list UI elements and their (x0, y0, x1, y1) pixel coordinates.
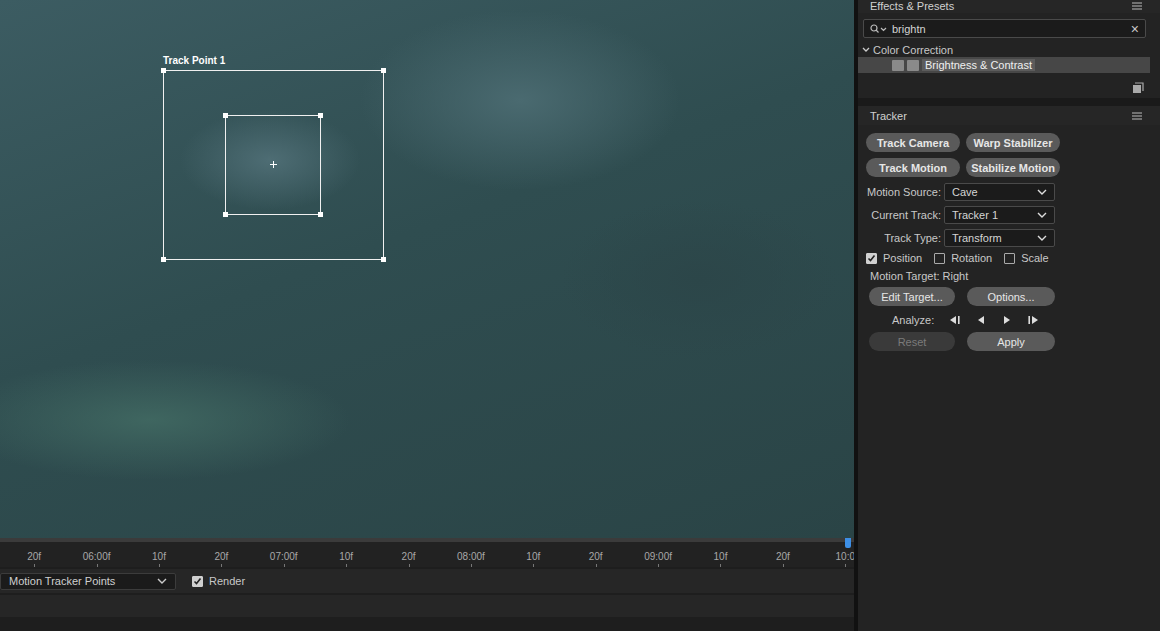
field-label: Current Track: (866, 209, 941, 221)
effect-gpu-icon (907, 60, 919, 71)
expand-chevron-icon[interactable] (862, 46, 870, 54)
effects-search-field[interactable]: brightn× (863, 19, 1146, 38)
panel-menu-icon[interactable] (1132, 112, 1142, 120)
tracker-button[interactable]: Track Camera (866, 133, 960, 152)
side-panels: Effects & Presets brightn× Color Correctio… (858, 0, 1160, 631)
crosshair-icon[interactable] (270, 161, 277, 168)
time-tick: 20f (752, 551, 814, 562)
analyze-back-frame-icon[interactable] (948, 315, 962, 325)
analyze-backward-icon[interactable] (974, 315, 988, 325)
time-tick: 10f (128, 551, 190, 562)
check-icon (193, 577, 202, 586)
time-tick: 10f (689, 551, 751, 562)
time-tick: 20f (190, 551, 252, 562)
chevron-down-icon (1037, 212, 1047, 218)
chevron-down-icon (157, 578, 167, 584)
target-button[interactable]: Edit Target... (869, 287, 955, 306)
chevron-down-icon (1037, 235, 1047, 241)
time-tick: 10:0 (814, 551, 854, 562)
field-dropdown[interactable]: Tracker 1 (944, 206, 1055, 224)
target-button[interactable]: Options... (967, 287, 1055, 306)
tracker-button[interactable]: Stabilize Motion (966, 158, 1060, 177)
analyze-forward-frame-icon[interactable] (1026, 315, 1040, 325)
playhead[interactable] (845, 538, 851, 548)
tracker-action-button[interactable]: Apply (967, 332, 1055, 351)
time-tick: 09:00f (627, 551, 689, 562)
panel-menu-icon[interactable] (1132, 2, 1142, 10)
track-point-feature-region[interactable] (225, 115, 321, 215)
tracker-header: Tracker (858, 106, 1160, 125)
field-label: Motion Source: (866, 186, 941, 198)
time-tick: 10f (315, 551, 377, 562)
analyze-label: Analyze: (892, 314, 934, 326)
tracker-button[interactable]: Track Motion (866, 158, 960, 177)
time-ruler[interactable]: 20f06:00f10f20f07:00f10f20f08:00f10f20f0… (0, 538, 854, 567)
time-tick: 20f (3, 551, 65, 562)
time-tick: 20f (565, 551, 627, 562)
check-icon (867, 254, 876, 263)
tree-effect-item[interactable]: Brightness & Contrast (858, 57, 1150, 73)
viewer-bar: Motion Tracker Points Render (0, 569, 854, 593)
track-point-label: Track Point 1 (163, 55, 225, 66)
time-tick: 08:00f (440, 551, 502, 562)
clear-search-button[interactable]: × (1131, 22, 1139, 36)
track-option-checkbox[interactable]: Rotation (934, 252, 992, 264)
effects-presets-header: Effects & Presets (858, 0, 1160, 13)
view-select[interactable]: Motion Tracker Points (0, 573, 176, 590)
time-tick: 07:00f (253, 551, 315, 562)
after-effects-window: Track Point 120f06:00f10f20f07:00f10f20f… (0, 0, 1160, 631)
time-tick: 10f (502, 551, 564, 562)
search-icon (870, 24, 888, 34)
chevron-down-icon (1037, 189, 1047, 195)
track-option-checkbox[interactable]: Scale (1004, 252, 1049, 264)
tracker-action-button: Reset (869, 332, 955, 351)
effects-tree: Color CorrectionBrightness & Contrast (858, 42, 1160, 73)
time-tick: 06:00f (65, 551, 127, 562)
field-dropdown[interactable]: Cave (944, 183, 1055, 201)
composition-viewer[interactable]: Track Point 1 (0, 0, 854, 538)
tracker-button[interactable]: Warp Stabilizer (966, 133, 1060, 152)
effect-32bit-icon (892, 60, 904, 71)
field-label: Track Type: (866, 232, 941, 244)
tree-category[interactable]: Color Correction (858, 42, 1160, 57)
render-checkbox[interactable]: Render (192, 575, 245, 587)
field-dropdown[interactable]: Transform (944, 229, 1055, 247)
analyze-forward-icon[interactable] (1000, 315, 1014, 325)
new-bin-icon[interactable] (1132, 82, 1144, 94)
tracker-panel: Track Camera Warp Stabilizer Track Motion S… (858, 125, 1160, 351)
time-tick: 20f (377, 551, 439, 562)
composition-area: Track Point 120f06:00f10f20f07:00f10f20f… (0, 0, 854, 631)
motion-target-label: Motion Target: Right (866, 270, 1152, 282)
track-option-checkbox[interactable]: Position (866, 252, 922, 264)
